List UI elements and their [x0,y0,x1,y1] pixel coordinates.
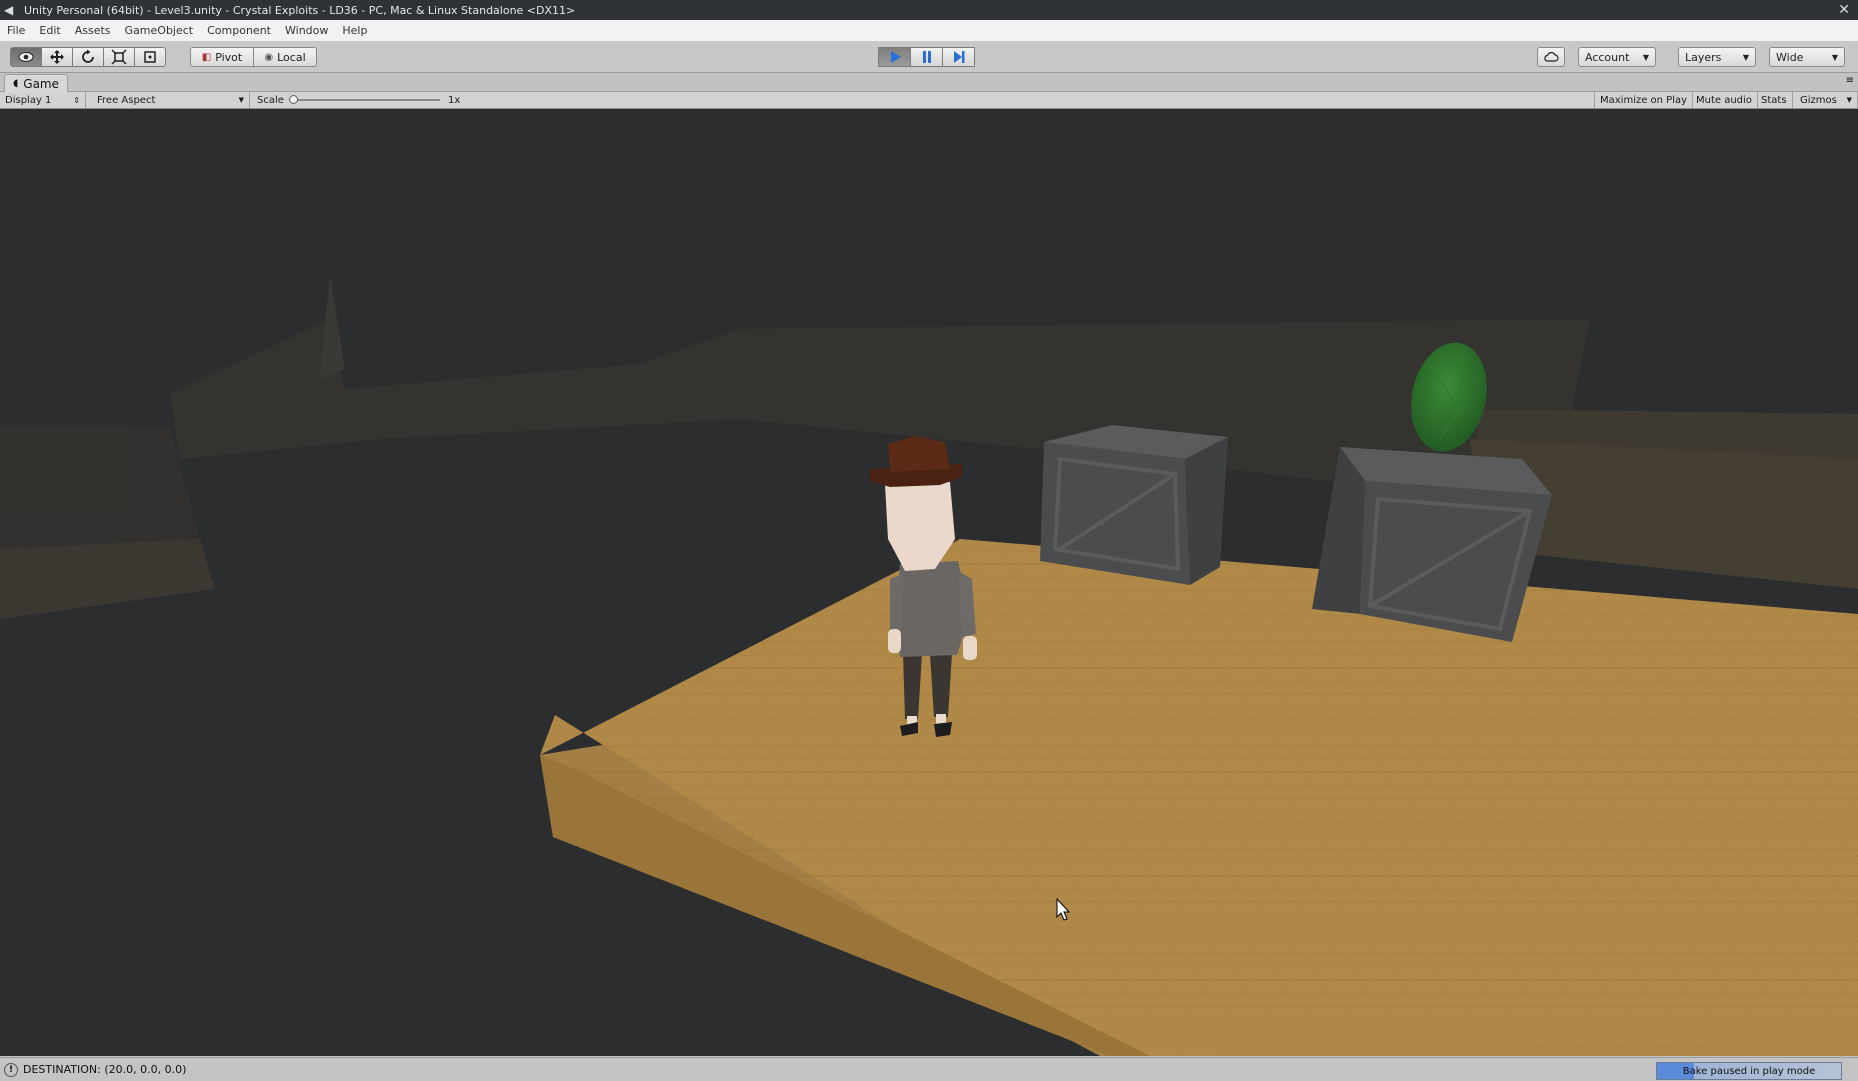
pause-icon [922,51,931,63]
gizmos-dropdown[interactable]: Gizmos ▼ [1795,92,1858,108]
move-tool-button[interactable] [41,47,73,67]
collab-cloud-button[interactable] [1537,47,1565,67]
scale-slider-thumb[interactable] [289,95,298,104]
account-label: Account [1585,50,1630,64]
menu-gameobject[interactable]: GameObject [118,24,201,37]
step-button[interactable] [942,47,975,67]
bake-progress-bar: Bake paused in play mode [1656,1062,1842,1080]
account-dropdown[interactable]: Account ▼ [1578,47,1656,67]
dropdown-arrow-icon: ▼ [1742,52,1749,62]
cloud-icon [1544,52,1559,62]
status-bar: ! DESTINATION: (20.0, 0.0, 0.0) Bake pau… [0,1057,1858,1081]
gizmos-label: Gizmos [1800,94,1837,106]
main-toolbar: ◧ Pivot ◉ Local Account ▼ Layers ▼ Wide … [0,42,1858,73]
maximize-on-play-toggle[interactable]: Maximize on Play [1594,92,1694,108]
scale-tool-button[interactable] [103,47,135,67]
rect-icon [144,51,156,63]
rotate-tool-button[interactable] [72,47,104,67]
menu-window[interactable]: Window [278,24,335,37]
pacman-icon: ◖ [13,78,19,89]
mute-audio-toggle[interactable]: Mute audio [1691,92,1758,108]
play-button[interactable] [878,47,911,67]
menu-edit[interactable]: Edit [32,24,67,37]
menu-assets[interactable]: Assets [68,24,118,37]
updown-arrow-icon: ⇕ [73,95,80,105]
tab-game[interactable]: ◖ Game [4,74,69,92]
pivot-toggle-button[interactable]: ◧ Pivot [190,47,254,67]
aspect-dropdown[interactable]: Free Aspect ▼ [92,92,250,108]
scale-icon [111,49,127,65]
local-icon: ◉ [264,51,274,63]
eye-icon [18,52,34,62]
transform-tools [10,47,166,67]
layout-dropdown[interactable]: Wide ▼ [1769,47,1845,67]
unity-logo-icon: ◀ [4,3,14,17]
layers-dropdown[interactable]: Layers ▼ [1678,47,1756,67]
tab-game-label: Game [23,76,60,91]
game-viewport[interactable] [0,109,1858,1056]
window-title: Unity Personal (64bit) - Level3.unity - … [24,3,576,17]
menu-component[interactable]: Component [200,24,278,37]
pivot-label: Pivot [215,50,243,64]
layout-label: Wide [1776,50,1804,64]
menu-bar: File Edit Assets GameObject Component Wi… [0,20,1858,42]
crate [1312,447,1552,642]
title-bar: ◀ Unity Personal (64bit) - Level3.unity … [0,0,1858,20]
local-label: Local [277,50,306,64]
play-icon [890,51,901,63]
display-dropdown[interactable]: Display 1 ⇕ [0,92,86,108]
status-message[interactable]: DESTINATION: (20.0, 0.0, 0.0) [23,1063,186,1076]
step-icon [953,51,964,63]
pause-button[interactable] [910,47,943,67]
dropdown-arrow-icon: ▼ [1831,52,1838,62]
menu-help[interactable]: Help [335,24,374,37]
aspect-label: Free Aspect [97,94,156,106]
mute-audio-label: Mute audio [1696,94,1752,106]
rect-tool-button[interactable] [134,47,166,67]
crate [1040,425,1228,585]
layers-label: Layers [1685,50,1722,64]
scale-label: Scale [257,94,284,106]
display-label: Display 1 [5,94,52,106]
move-arrows-icon [50,50,64,64]
dropdown-arrow-icon: ▼ [1642,52,1649,62]
close-window-icon[interactable]: ✕ [1838,2,1850,18]
pivot-icon: ◧ [201,51,212,63]
stats-toggle[interactable]: Stats [1756,92,1793,108]
info-icon: ! [4,1062,18,1077]
game-tab-bar: ◖ Game ≡ [0,73,1858,92]
local-toggle-button[interactable]: ◉ Local [253,47,317,67]
dropdown-arrow-icon: ▼ [238,96,244,104]
menu-file[interactable]: File [0,24,32,37]
game-view-toolbar: Display 1 ⇕ Free Aspect ▼ Scale 1x Maxim… [0,92,1858,109]
scale-slider[interactable] [289,95,440,104]
view-tool-button[interactable] [10,47,42,67]
dropdown-arrow-icon: ▼ [1846,96,1852,104]
game-scene [0,274,1858,1056]
scale-value: 1x [448,94,461,106]
panel-menu-icon[interactable]: ≡ [1846,75,1854,86]
stats-label: Stats [1761,94,1787,106]
maximize-on-play-label: Maximize on Play [1600,94,1688,106]
playback-controls [878,47,975,67]
rotate-icon [82,49,94,63]
bake-status-label: Bake paused in play mode [1682,1065,1816,1077]
floor-platform [540,539,1858,1056]
